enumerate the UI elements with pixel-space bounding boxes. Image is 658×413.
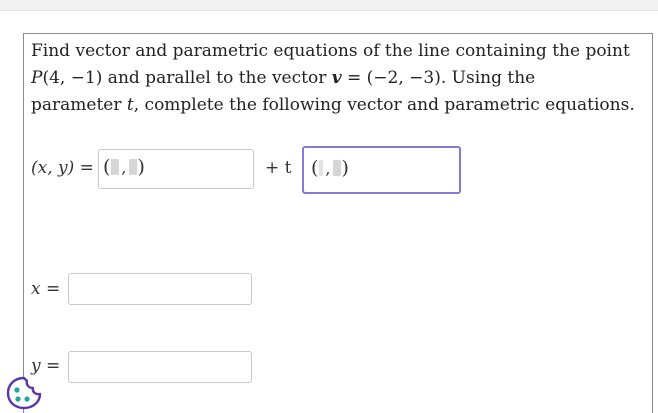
question-line-3: parameter t, complete the following vect… [31, 92, 641, 119]
x-equation-input[interactable] [68, 273, 252, 305]
cookie-icon[interactable] [4, 374, 44, 410]
top-bar [0, 0, 658, 11]
question-line-1-text: Find vector and parametric equations of … [31, 41, 630, 61]
position-y-slot[interactable] [128, 159, 137, 175]
point-label: P [31, 68, 43, 88]
direction-x-slot[interactable] [319, 160, 324, 176]
vector-equation-label: (x, y) = [31, 158, 94, 178]
x-equation-label-text: x = [31, 279, 61, 299]
tuple-close-paren: ) [137, 156, 145, 178]
position-x-slot[interactable] [111, 159, 120, 175]
position-vector-input[interactable]: ( , ) [98, 149, 254, 189]
vector-value: = (−2, −3). Using the [341, 68, 536, 88]
vector-equation-label-text: (x, y) = [31, 158, 94, 178]
tuple-comma: , [121, 157, 127, 177]
point-value: (4, −1) [42, 68, 103, 88]
tuple-comma: , [325, 158, 331, 178]
direction-vector-tuple: ( , ) [311, 157, 349, 179]
tuple-close-paren: ) [341, 157, 349, 179]
question-line-2: P(4, −1) and parallel to the vector v = … [31, 65, 641, 92]
tuple-open-paren: ( [103, 156, 111, 178]
question-text: Find vector and parametric equations of … [31, 38, 641, 119]
direction-vector-input[interactable]: ( , ) [302, 146, 461, 194]
question-line-3-post: , complete the following vector and para… [133, 95, 635, 115]
vector-symbol: v [331, 68, 342, 88]
question-line-3-pre: parameter [31, 95, 127, 115]
plus-t-label-text: + t [265, 158, 292, 178]
direction-y-slot[interactable] [332, 160, 341, 176]
question-line-1: Find vector and parametric equations of … [31, 38, 641, 65]
y-equation-label: y = [31, 356, 60, 376]
y-equation-input[interactable] [68, 351, 252, 383]
plus-t-label: + t [265, 158, 291, 178]
tuple-open-paren: ( [311, 157, 319, 179]
question-line-2-mid: and parallel to the vector [102, 68, 332, 88]
position-vector-tuple: ( , ) [103, 156, 145, 178]
param-symbol: t [126, 95, 134, 115]
x-equation-label: x = [31, 279, 60, 299]
y-equation-label-text: y = [31, 356, 61, 376]
